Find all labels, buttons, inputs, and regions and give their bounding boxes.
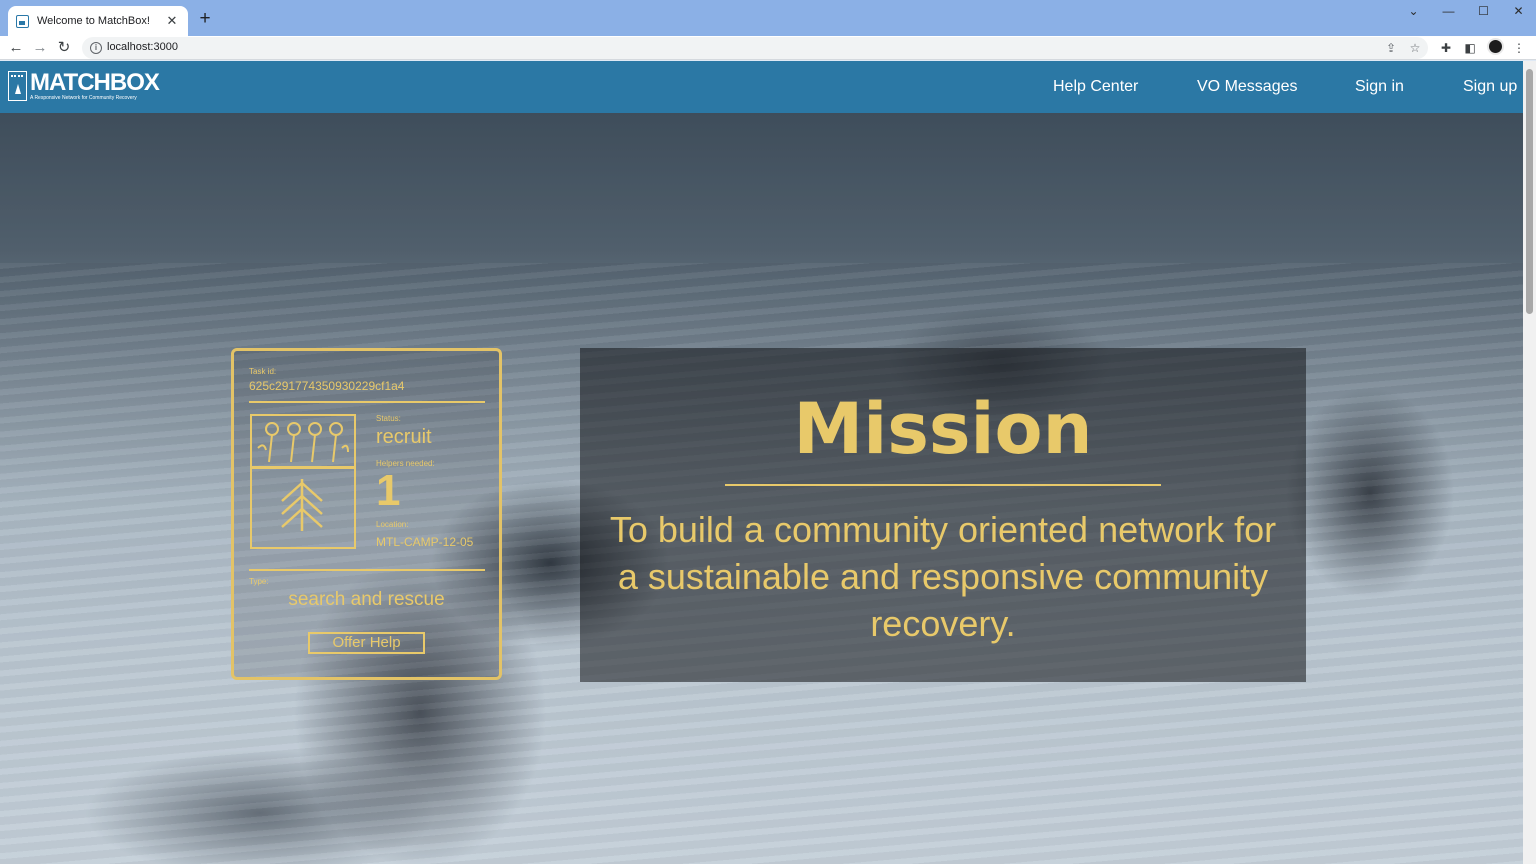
page-viewport: MATCHBOX A Responsive Network for Commun… (0, 61, 1523, 864)
share-icon[interactable]: ⇪ (1383, 39, 1399, 57)
forward-arrow-icon[interactable]: → (30, 38, 50, 58)
mission-statement: To build a community oriented network fo… (609, 509, 1277, 644)
tree-rescue-icon (250, 414, 356, 549)
task-type-value: search and rescue (288, 589, 445, 610)
task-card: Task id: 625c291774350930229cf1a4 Status… (231, 348, 502, 680)
window-controls: ⌄ — ☐ ✕ (1396, 0, 1536, 24)
url-text[interactable]: localhost:3000 (107, 41, 178, 53)
profile-icon[interactable] (1487, 38, 1504, 55)
menu-icon[interactable]: ⋮ (1510, 39, 1528, 57)
status-value: recruit (376, 426, 432, 448)
mission-title: Mission (793, 388, 1093, 470)
type-label: Type: (249, 577, 269, 586)
minimize-button[interactable]: — (1431, 0, 1466, 24)
status-label: Status: (376, 414, 401, 423)
tab-title: Welcome to MatchBox! (37, 15, 150, 27)
site-header: MATCHBOX A Responsive Network for Commun… (0, 61, 1523, 113)
mission-divider (725, 484, 1161, 486)
offer-help-button[interactable]: Offer Help (308, 632, 425, 654)
site-info-icon[interactable]: i (90, 42, 102, 54)
scrollbar-thumb[interactable] (1526, 69, 1533, 314)
star-icon[interactable]: ☆ (1407, 39, 1423, 57)
location-label: Location: (376, 520, 409, 529)
logo-name: MATCHBOX (30, 69, 160, 96)
helpers-value: 1 (376, 466, 401, 515)
location-value: MTL-CAMP-12-05 (376, 535, 474, 549)
nav-sign-up[interactable]: Sign up (1463, 78, 1517, 96)
reload-icon[interactable]: ↻ (54, 38, 74, 58)
hero-background-image: Task id: 625c291774350930229cf1a4 Status… (0, 113, 1523, 864)
browser-tab-bar: Welcome to MatchBox! ✕ + ⌄ — ☐ ✕ (0, 0, 1536, 36)
maximize-button[interactable]: ☐ (1466, 0, 1501, 24)
task-id-value: 625c291774350930229cf1a4 (249, 379, 405, 393)
mission-panel: Mission To build a community oriented ne… (580, 348, 1306, 682)
site-favicon-icon (16, 14, 29, 28)
sidebar-icon[interactable]: ◧ (1461, 39, 1479, 57)
puzzle-icon[interactable]: ✚ (1437, 39, 1455, 57)
address-bar[interactable]: i localhost:3000 ⇪ ☆ (82, 37, 1428, 59)
browser-toolbar: ← → ↻ i localhost:3000 ⇪ ☆ ✚ ◧ ⋮ (0, 36, 1536, 60)
logo-tagline: A Responsive Network for Community Recov… (30, 95, 137, 101)
tab-search-icon[interactable]: ⌄ (1396, 0, 1431, 24)
task-id-label: Task id: (249, 367, 277, 376)
new-tab-button[interactable]: + (196, 8, 214, 30)
back-arrow-icon[interactable]: ← (6, 38, 26, 58)
page-scrollbar[interactable] (1523, 61, 1536, 864)
matchbox-logo-icon (8, 71, 27, 101)
card-divider (249, 401, 485, 403)
close-window-button[interactable]: ✕ (1501, 0, 1536, 24)
card-divider (249, 569, 485, 571)
browser-tab[interactable]: Welcome to MatchBox! ✕ (8, 6, 188, 36)
nav-sign-in[interactable]: Sign in (1355, 78, 1404, 96)
nav-help-center[interactable]: Help Center (1053, 78, 1138, 96)
site-logo[interactable]: MATCHBOX A Responsive Network for Commun… (8, 69, 160, 105)
tab-close-icon[interactable]: ✕ (164, 13, 180, 29)
nav-vo-messages[interactable]: VO Messages (1197, 78, 1297, 96)
